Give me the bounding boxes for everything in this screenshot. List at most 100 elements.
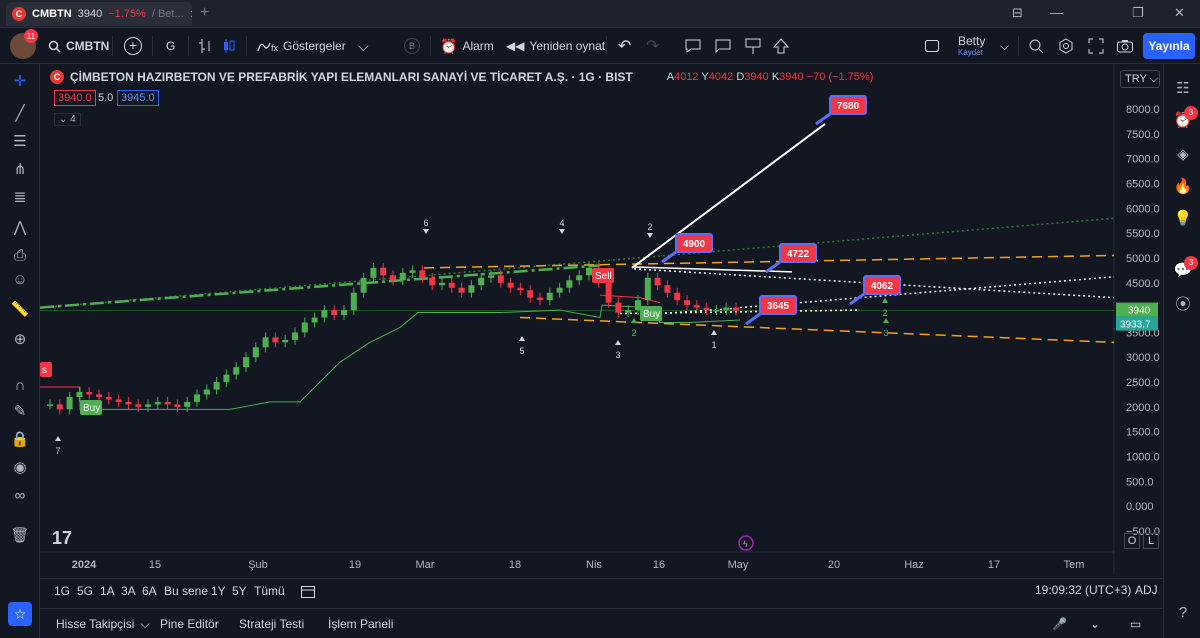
pattern-icon[interactable]: ⋀ (10, 218, 30, 238)
layout-menu-chevron-icon[interactable]: ⌵ (1000, 28, 1009, 64)
panel-settings-icon[interactable]: ⌄ (1090, 617, 1100, 631)
layout-select-icon[interactable] (924, 28, 940, 64)
trash-icon[interactable]: 🗑 (10, 526, 30, 546)
fib-retracement-icon[interactable]: ≣ (10, 188, 30, 208)
close-window-icon[interactable]: ✕ (1174, 5, 1185, 21)
redo-icon[interactable]: ↷ (646, 28, 659, 64)
ideas-bulb-icon[interactable]: 💡 (1172, 208, 1194, 230)
time-axis[interactable]: 2024 15 Şub 19 Mar 18 Nis 16 May 20 Haz 17 Tem (40, 551, 1114, 571)
chat-icon[interactable]: 💬 3 (1172, 256, 1198, 282)
price-chart[interactable]: 8000.07500.07000.06500.06000.05500.05000… (39, 64, 1163, 574)
range-1d[interactable]: 1G (54, 584, 70, 598)
replay-button[interactable]: ◀◀ Yeniden oynat (506, 28, 605, 64)
adjust-button[interactable]: ADJ (1135, 583, 1158, 597)
range-5d[interactable]: 5G (77, 584, 93, 598)
stay-in-drawing-mode-icon[interactable]: ✎ (10, 402, 30, 422)
pitchfork-icon[interactable]: ⋔ (10, 160, 30, 180)
price-tick-label: 0.000 (1126, 501, 1154, 513)
new-tab-icon[interactable]: + (200, 4, 209, 22)
close-tab-icon[interactable]: ✕ (190, 8, 192, 21)
log-scale-button[interactable]: O (1124, 533, 1140, 549)
symbol-search[interactable]: CMBTN (48, 28, 109, 64)
minimize-icon[interactable]: — (1050, 5, 1063, 20)
lock-icon[interactable]: 🔒 (10, 430, 30, 450)
b-badge-button[interactable]: B (404, 28, 420, 64)
browser-tab[interactable]: C CMBTN 3940 −1.75% / Bet... ✕ (6, 2, 192, 26)
range-6m[interactable]: 6A (142, 584, 157, 598)
camera-icon[interactable] (1116, 28, 1134, 64)
tab-strategy-tester[interactable]: Strateji Testi (239, 617, 304, 631)
tab-trading-panel[interactable]: İşlem Paneli (328, 617, 393, 631)
hotlist-flame-icon[interactable]: 🔥 (1172, 176, 1194, 198)
screen-layout-icon[interactable]: ⊟ (1012, 5, 1023, 21)
interval-button[interactable]: G (166, 28, 175, 64)
alarm-label: Alarm (462, 39, 494, 53)
layers-icon[interactable]: ◈ (1172, 144, 1194, 166)
signal-label: s (42, 365, 47, 376)
trend-line-icon[interactable]: ╱ (10, 104, 30, 124)
help-icon[interactable]: ? (1172, 602, 1194, 624)
price-tick-label: 3000.0 (1126, 352, 1160, 364)
chart-pane[interactable]: 8000.0 7500.0 7000.0 6500.0 6000.0 5500.0 5000… (39, 64, 1163, 574)
last-price-label: 3940 (1128, 306, 1151, 317)
range-5y[interactable]: 5Y (232, 584, 247, 598)
link-icon[interactable]: ∞ (10, 486, 30, 506)
microphone-icon[interactable]: 🎤 (1052, 617, 1067, 631)
fullscreen-icon[interactable] (1088, 28, 1104, 64)
arrow-up-icon[interactable] (772, 28, 790, 64)
buy-price-button[interactable]: 3945.0 (117, 90, 159, 106)
magnet-icon[interactable]: ∩ (10, 376, 30, 396)
symbol-title[interactable]: ÇİMBETON HAZIRBETON VE PREFABRİK YAPI EL… (70, 70, 633, 84)
avatar[interactable]: 11 (10, 29, 38, 59)
collapse-indicators-button[interactable]: ⌄ 4 (54, 113, 81, 126)
indicator-templates-icon[interactable]: ⌵ (358, 28, 369, 64)
range-1m[interactable]: 1A (100, 584, 115, 598)
watchlist-icon[interactable]: ☷ (1172, 78, 1194, 100)
candle-body (233, 367, 240, 375)
comment-icon[interactable] (684, 28, 702, 64)
eye-icon[interactable]: ◉ (10, 458, 30, 478)
tab-screener[interactable]: Hisse Takipçisi ⌵ (56, 617, 150, 632)
currency-select[interactable]: TRY ⌵ (1120, 70, 1160, 88)
clock-timezone[interactable]: 19:09:32 (UTC+3) (1035, 583, 1131, 597)
streams-icon[interactable]: ⦿ (1172, 294, 1194, 316)
price-tick-label: 500.0 (1126, 476, 1154, 488)
range-1y[interactable]: 1Y (211, 584, 226, 598)
alerts-clock-icon[interactable]: ⏰ 3 (1172, 106, 1198, 132)
price-tick-label: 8000.0 (1126, 104, 1160, 116)
restore-icon[interactable]: ❐ (1132, 5, 1144, 21)
range-all[interactable]: Tümü (254, 584, 285, 598)
horizontal-lines-icon[interactable]: ☰ (10, 132, 30, 152)
wave-label: 7 (55, 446, 60, 456)
quick-search-icon[interactable] (1028, 28, 1044, 64)
indicator-price-label: 3933.7 (1120, 320, 1151, 331)
publish-button[interactable]: Yayınla (1143, 33, 1195, 59)
favorites-star-icon[interactable]: ☆ (8, 602, 32, 626)
drawings-layer (39, 123, 1115, 410)
date-range-icon[interactable] (300, 584, 316, 601)
anchor-note-icon[interactable] (744, 28, 762, 64)
indicators-icon: fx (257, 42, 278, 53)
undo-icon[interactable]: ↶ (618, 28, 631, 64)
maximize-panel-icon[interactable]: ▭ (1130, 617, 1141, 631)
alarm-button[interactable]: ⏰ Alarm (440, 28, 494, 64)
callout-icon[interactable] (714, 28, 732, 64)
auto-scale-button[interactable]: L (1143, 533, 1159, 549)
zoom-in-icon[interactable]: ⊕ (10, 330, 30, 350)
layout-name-button[interactable]: Betty Kaydet (958, 28, 985, 64)
range-ytd[interactable]: Bu sene (164, 584, 208, 598)
ruler-icon[interactable]: 📏 (10, 300, 30, 320)
bar-style-icon[interactable] (198, 28, 212, 64)
crosshair-icon[interactable]: ✛ (10, 72, 30, 92)
tab-pine-editor[interactable]: Pine Editör (160, 617, 219, 631)
emoji-icon[interactable]: ☺ (10, 270, 30, 290)
indicators-button[interactable]: fx Göstergeler (256, 28, 346, 64)
candle-style-icon[interactable] (222, 28, 236, 64)
range-3m[interactable]: 3A (121, 584, 136, 598)
compare-symbol-button[interactable]: + (124, 28, 142, 64)
note-icon[interactable]: ⎙ (10, 246, 30, 266)
user-menu[interactable]: 11 (10, 28, 38, 64)
candle-body (537, 297, 543, 301)
settings-gear-icon[interactable] (1058, 28, 1074, 64)
sell-price-button[interactable]: 3940.0 (54, 90, 96, 106)
